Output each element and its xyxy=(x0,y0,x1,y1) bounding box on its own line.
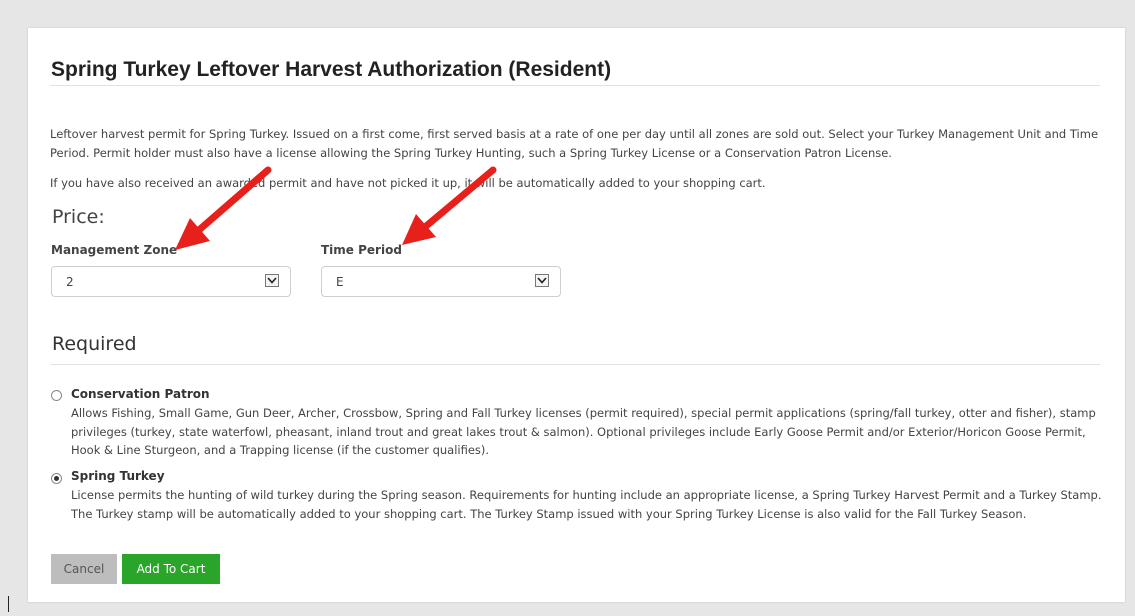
required-divider xyxy=(50,364,1100,365)
time-period-value: E xyxy=(336,275,344,289)
price-heading: Price: xyxy=(52,206,105,228)
conservation-patron-radio[interactable] xyxy=(51,390,62,401)
chevron-down-icon[interactable] xyxy=(265,274,279,287)
page-title: Spring Turkey Leftover Harvest Authoriza… xyxy=(51,58,612,81)
spring-turkey-description: License permits the hunting of wild turk… xyxy=(71,488,1102,521)
spring-turkey-title: Spring Turkey xyxy=(71,469,165,483)
time-period-select[interactable]: E xyxy=(321,266,561,297)
conservation-patron-description: Allows Fishing, Small Game, Gun Deer, Ar… xyxy=(71,406,1096,457)
management-zone-value: 2 xyxy=(66,275,74,289)
permit-description: Leftover harvest permit for Spring Turke… xyxy=(50,127,1099,160)
add-to-cart-button[interactable]: Add To Cart xyxy=(122,554,220,584)
spring-turkey-radio[interactable] xyxy=(51,473,62,484)
management-zone-select[interactable]: 2 xyxy=(51,266,291,297)
title-divider xyxy=(50,85,1100,86)
time-period-label: Time Period xyxy=(321,243,402,257)
cancel-button[interactable]: Cancel xyxy=(51,554,117,584)
form-panel: Spring Turkey Leftover Harvest Authoriza… xyxy=(28,28,1125,602)
chevron-down-icon[interactable] xyxy=(535,274,549,287)
text-cursor xyxy=(8,596,9,612)
management-zone-label: Management Zone xyxy=(51,243,178,257)
awarded-permit-note: If you have also received an awarded per… xyxy=(50,176,766,190)
conservation-patron-title: Conservation Patron xyxy=(71,387,210,401)
required-heading: Required xyxy=(52,333,137,355)
